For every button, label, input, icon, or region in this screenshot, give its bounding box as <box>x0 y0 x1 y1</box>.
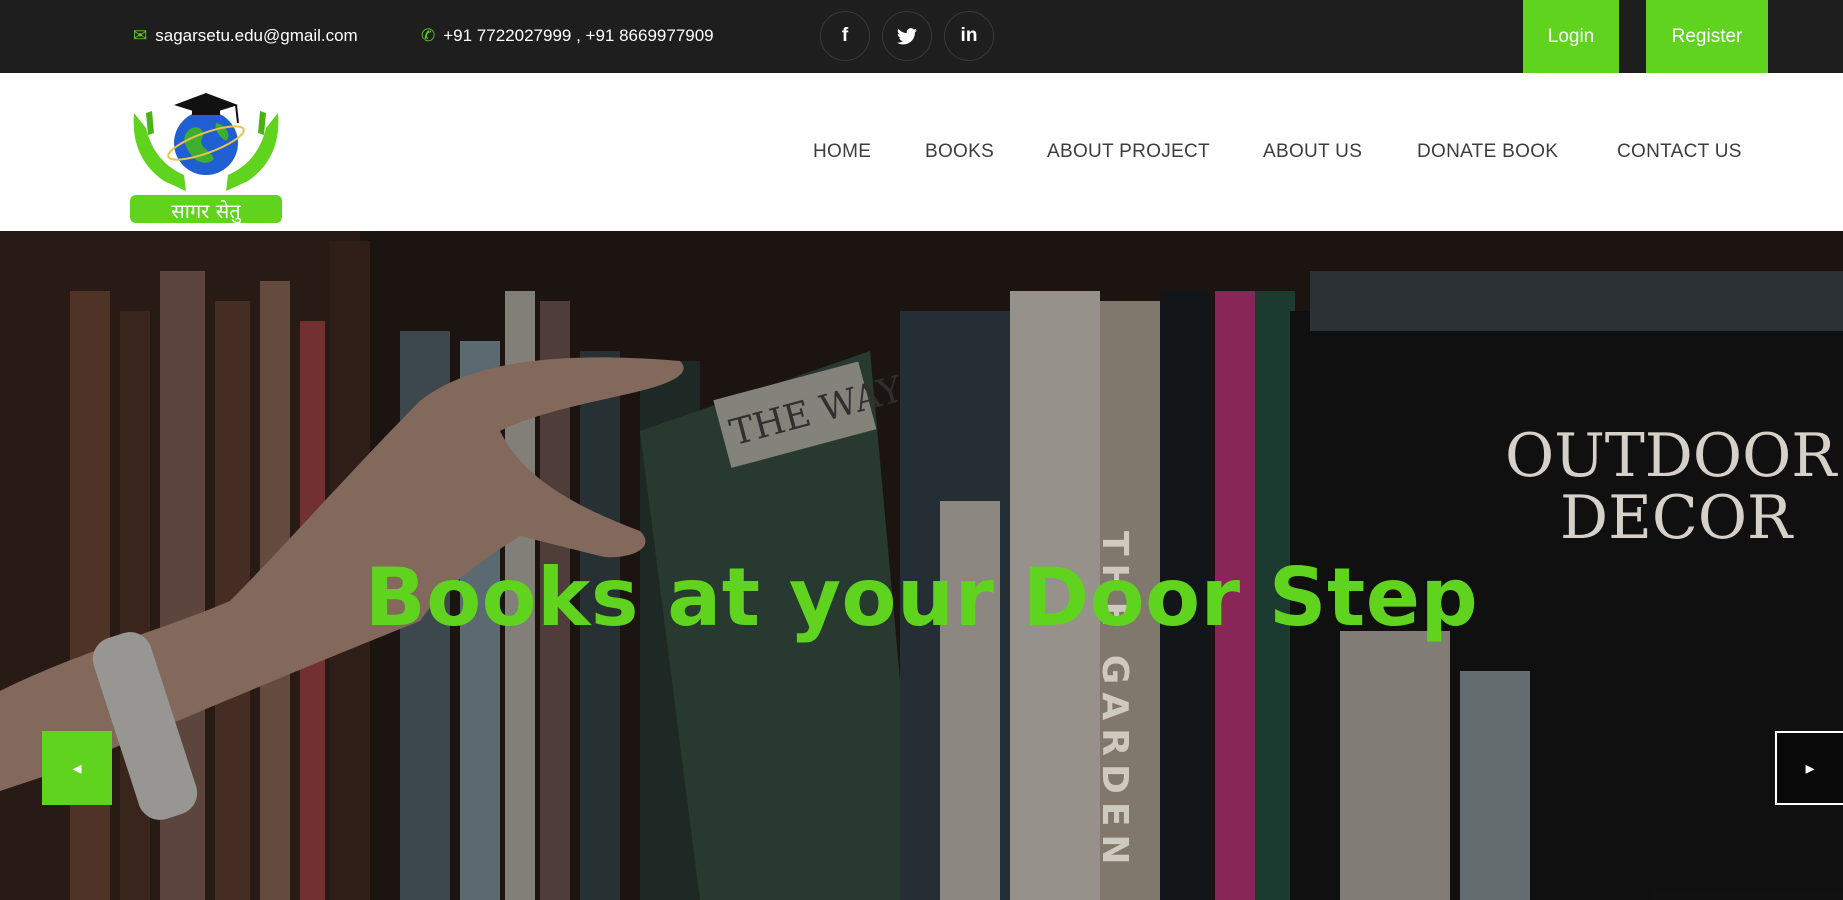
book-cover-title-line1: OUTDOOR <box>1505 421 1837 491</box>
book-cover-title-line2: DECOR <box>1560 483 1793 553</box>
linkedin-button[interactable]: in <box>944 11 994 61</box>
site-logo[interactable]: सागर सेतु <box>126 83 286 223</box>
nav-books[interactable]: BOOKS <box>925 141 994 163</box>
contact-phone[interactable]: ✆ +91 7722027999 , +91 8669977909 <box>421 26 714 46</box>
login-button[interactable]: Login <box>1523 0 1619 73</box>
top-bar: ✉ sagarsetu.edu@gmail.com ✆ +91 77220279… <box>0 0 1843 73</box>
slider-next-button[interactable]: ▸ <box>1775 731 1843 805</box>
linkedin-icon: in <box>960 25 978 46</box>
chevron-left-icon: ◂ <box>72 757 82 778</box>
site-header: सागर सेतु HOME BOOKS ABOUT PROJECT ABOUT… <box>0 73 1843 231</box>
twitter-icon <box>897 27 917 44</box>
hero-title: Books at your Door Step <box>364 551 1479 644</box>
slider-prev-button[interactable]: ◂ <box>42 731 112 805</box>
register-button[interactable]: Register <box>1646 0 1768 73</box>
email-text: sagarsetu.edu@gmail.com <box>155 26 358 45</box>
nav-home[interactable]: HOME <box>813 141 871 163</box>
phone-icon: ✆ <box>421 26 436 45</box>
envelope-icon: ✉ <box>133 26 148 45</box>
nav-about-project[interactable]: ABOUT PROJECT <box>1047 141 1210 163</box>
nav-about-us[interactable]: ABOUT US <box>1263 141 1362 163</box>
nav-donate-book[interactable]: DONATE BOOK <box>1417 141 1558 163</box>
nav-contact-us[interactable]: CONTACT US <box>1617 141 1742 163</box>
contact-email[interactable]: ✉ sagarsetu.edu@gmail.com <box>133 26 358 46</box>
twitter-button[interactable] <box>882 11 932 61</box>
phone-text: +91 7722027999 , +91 8669977909 <box>443 26 714 45</box>
chevron-right-icon: ▸ <box>1805 757 1815 778</box>
logo-text: सागर सेतु <box>171 199 241 223</box>
facebook-button[interactable]: f <box>820 11 870 61</box>
hero-slider: THE WAY OUTDOOR DECOR THE GARDEN Books a… <box>0 231 1843 900</box>
facebook-icon: f <box>841 25 849 46</box>
